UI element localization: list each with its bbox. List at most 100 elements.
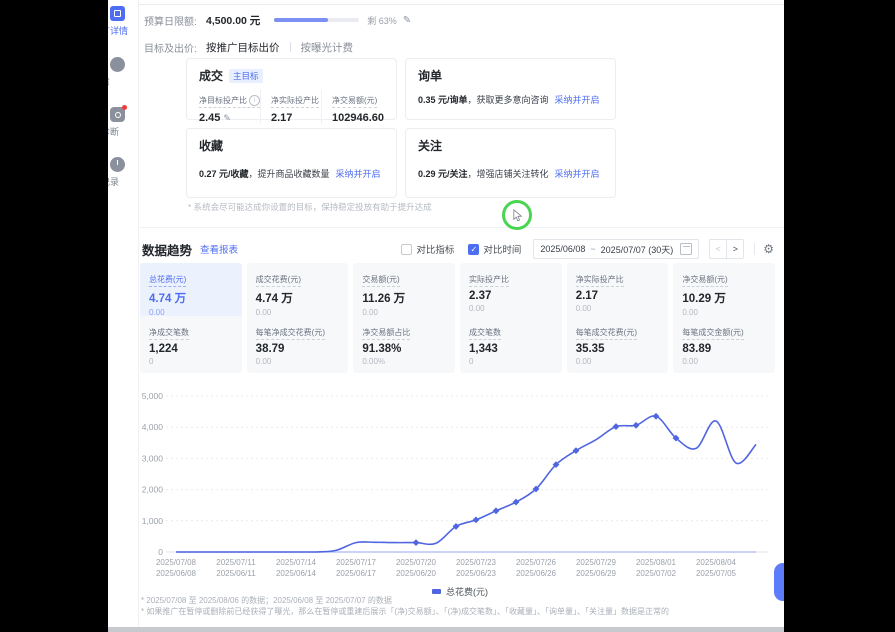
svg-text:2025/06/23: 2025/06/23	[456, 569, 497, 578]
svg-text:2025/07/23: 2025/07/23	[456, 558, 497, 567]
adopt-enable-link[interactable]: 采纳并开启	[336, 169, 381, 179]
metric-card-net-gmv[interactable]: 净交易额(元) 10.29 万 0.00	[673, 263, 775, 324]
metric-value: 35.35	[576, 343, 660, 355]
legend-label: 总花费(元)	[446, 585, 488, 598]
date-separator: ~	[590, 244, 595, 254]
trend-header: 数据趋势 查看报表 对比指标 ✓ 对比时间 2025/06/08 ~ 2025/…	[142, 238, 774, 260]
section-divider	[108, 227, 784, 228]
sidebar-item-history[interactable]: 记录	[108, 157, 138, 188]
edit-roi-icon[interactable]: ✎	[223, 113, 231, 124]
svg-text:2025/07/29: 2025/07/29	[576, 558, 617, 567]
svg-text:2025/08/04: 2025/08/04	[696, 558, 737, 567]
goal-bid-row: 目标及出价: 按推广目标出价 按曝光计费	[144, 39, 353, 55]
sidebar-item-diagnose[interactable]: 诊断	[108, 107, 138, 138]
metric-card-net-gmv-ratio[interactable]: 净交易额占比 91.38% 0.00%	[353, 316, 455, 373]
metric-compare: 0.00	[682, 357, 766, 366]
svg-text:4,000: 4,000	[142, 422, 164, 432]
tab-bid-by-goal[interactable]: 按推广目标出价	[206, 40, 280, 55]
metric-value: 83.89	[682, 343, 766, 355]
metric-value: 2.37	[469, 290, 553, 302]
budget-remaining: 剩 63%	[367, 14, 397, 27]
view-report-link[interactable]: 查看报表	[200, 242, 238, 256]
metric-compare: 0	[149, 357, 233, 366]
metric-label: 净目标投产比	[199, 95, 247, 106]
favorite-desc: ，提升商品收藏数量	[249, 169, 330, 179]
svg-text:2025/07/17: 2025/07/17	[336, 558, 377, 567]
horizontal-scrollbar[interactable]	[108, 627, 784, 632]
date-range-picker[interactable]: 2025/06/08 ~ 2025/07/07 (30天)	[533, 239, 699, 259]
svg-text:2025/07/20: 2025/07/20	[396, 558, 437, 567]
metric-compare: 0.00	[576, 304, 660, 313]
deal-card-title: 成交	[199, 67, 223, 84]
metric-card-net-orders[interactable]: 净成交笔数 1,224 0	[140, 316, 242, 373]
metric-compare: 0.00%	[362, 357, 446, 366]
metric-card-net-cost-per-order[interactable]: 每笔净成交花费(元) 38.79 0.00	[247, 316, 349, 373]
next-page-button[interactable]: >	[726, 240, 743, 258]
edit-budget-icon[interactable]: ✎	[403, 15, 411, 26]
compare-time-checkbox[interactable]: ✓ 对比时间	[468, 242, 521, 256]
metric-compare: 0.00	[469, 304, 553, 313]
sidebar-item-creative[interactable]: 意	[108, 57, 138, 88]
favorite-card-title: 收藏	[199, 137, 223, 154]
date-end: 2025/07/07 (30天)	[601, 243, 674, 256]
primary-goal-badge: 主目标	[229, 69, 263, 83]
metric-compare: 0	[469, 357, 553, 366]
metric-card-amount-per-order[interactable]: 每笔成交金额(元) 83.89 0.00	[673, 316, 775, 373]
legend-marker	[432, 589, 441, 594]
daily-budget-row: 预算日限额: 4,500.00 元 剩 63% ✎	[144, 11, 411, 29]
metric-label: 每笔成交金额(元)	[682, 327, 743, 340]
app-window: 广详情 意 诊断 记录 预算日限额: 4,500.00 元 剩 63% ✎ 目标…	[108, 0, 784, 632]
metric-cards-row2: 净成交笔数 1,224 0 每笔净成交花费(元) 38.79 0.00 净交易额…	[140, 316, 775, 373]
svg-text:2025/06/26: 2025/06/26	[516, 569, 557, 578]
settings-gear-icon[interactable]: ⚙	[763, 242, 774, 256]
svg-text:5,000: 5,000	[142, 391, 164, 401]
metric-card-orders[interactable]: 成交笔数 1,343 0	[460, 316, 562, 373]
deal-goal-card: 成交 主目标 净目标投产比 2.45✎ 净实际投产比 2.17 净交易额(元) …	[186, 58, 397, 120]
metric-label: 实际投产比	[469, 274, 509, 287]
adopt-enable-link[interactable]: 采纳并开启	[555, 95, 600, 105]
metric-label: 净实际投产比	[576, 274, 624, 287]
calendar-icon	[680, 243, 692, 255]
goal-note: * 系统会尽可能达成你设置的目标，保持稳定投放有助于提升达成	[188, 201, 432, 213]
favorite-goal-card: 收藏 0.27 元/收藏，提升商品收藏数量采纳并开启	[186, 128, 397, 198]
svg-text:2025/07/02: 2025/07/02	[636, 569, 677, 578]
metric-label: 成交花费(元)	[256, 274, 301, 287]
metric-label: 净交易额(元)	[332, 95, 377, 106]
info-icon[interactable]	[249, 95, 260, 106]
svg-text:2025/07/26: 2025/07/26	[516, 558, 557, 567]
goal-cards: 成交 主目标 净目标投产比 2.45✎ 净实际投产比 2.17 净交易额(元) …	[186, 58, 616, 198]
metric-card-actual-roi[interactable]: 实际投产比 2.37 0.00	[460, 263, 562, 324]
follow-goal-card: 关注 0.29 元/关注，增强店铺关注转化采纳并开启	[405, 128, 616, 198]
compare-metric-checkbox[interactable]: 对比指标	[401, 242, 454, 256]
date-pager: < >	[709, 239, 744, 259]
metric-card-gmv[interactable]: 交易额(元) 11.26 万 0.00	[353, 263, 455, 324]
metric-card-net-actual-roi[interactable]: 净实际投产比 2.17 0.00	[567, 263, 669, 324]
metric-value: 4.74 万	[256, 290, 340, 306]
svg-text:2025/06/20: 2025/06/20	[396, 569, 437, 578]
sidebar-item-promo-detail[interactable]: 广详情	[108, 6, 138, 37]
trend-chart-svg: 01,0002,0003,0004,0005,0002025/07/082025…	[140, 388, 780, 584]
deal-metric-net-gmv: 净交易额(元) 102946.60	[321, 90, 384, 124]
adopt-enable-link[interactable]: 采纳并开启	[555, 169, 600, 179]
metric-value: 2.17	[576, 290, 660, 302]
checkbox-unchecked[interactable]	[401, 244, 412, 255]
header-divider	[754, 243, 755, 255]
metric-card-deal-cost[interactable]: 成交花费(元) 4.74 万 0.00	[247, 263, 349, 324]
footnote-date-range: * 2025/07/08 至 2025/08/06 的数据；2025/06/08…	[141, 595, 392, 606]
side-float-button[interactable]	[774, 563, 784, 601]
sidebar-item-label: 诊断	[108, 125, 138, 138]
metric-card-total-cost[interactable]: 总花费(元) 4.74 万 0.00	[140, 263, 242, 324]
metric-value: 1,343	[469, 343, 553, 355]
checkbox-checked[interactable]: ✓	[468, 244, 479, 255]
metric-label: 净成交笔数	[149, 327, 189, 340]
prev-page-button[interactable]: <	[710, 240, 726, 258]
metric-value: 2.45	[199, 112, 220, 124]
click-indicator	[502, 200, 532, 230]
metric-value: 91.38%	[362, 343, 446, 355]
trend-title: 数据趋势	[142, 240, 192, 259]
metric-label: 净交易额(元)	[682, 274, 727, 287]
tab-bid-by-exposure[interactable]: 按曝光计费	[301, 40, 354, 55]
metric-value: 10.29 万	[682, 290, 766, 306]
svg-text:2025/06/11: 2025/06/11	[216, 569, 256, 578]
metric-card-cost-per-order[interactable]: 每笔成交花费(元) 35.35 0.00	[567, 316, 669, 373]
